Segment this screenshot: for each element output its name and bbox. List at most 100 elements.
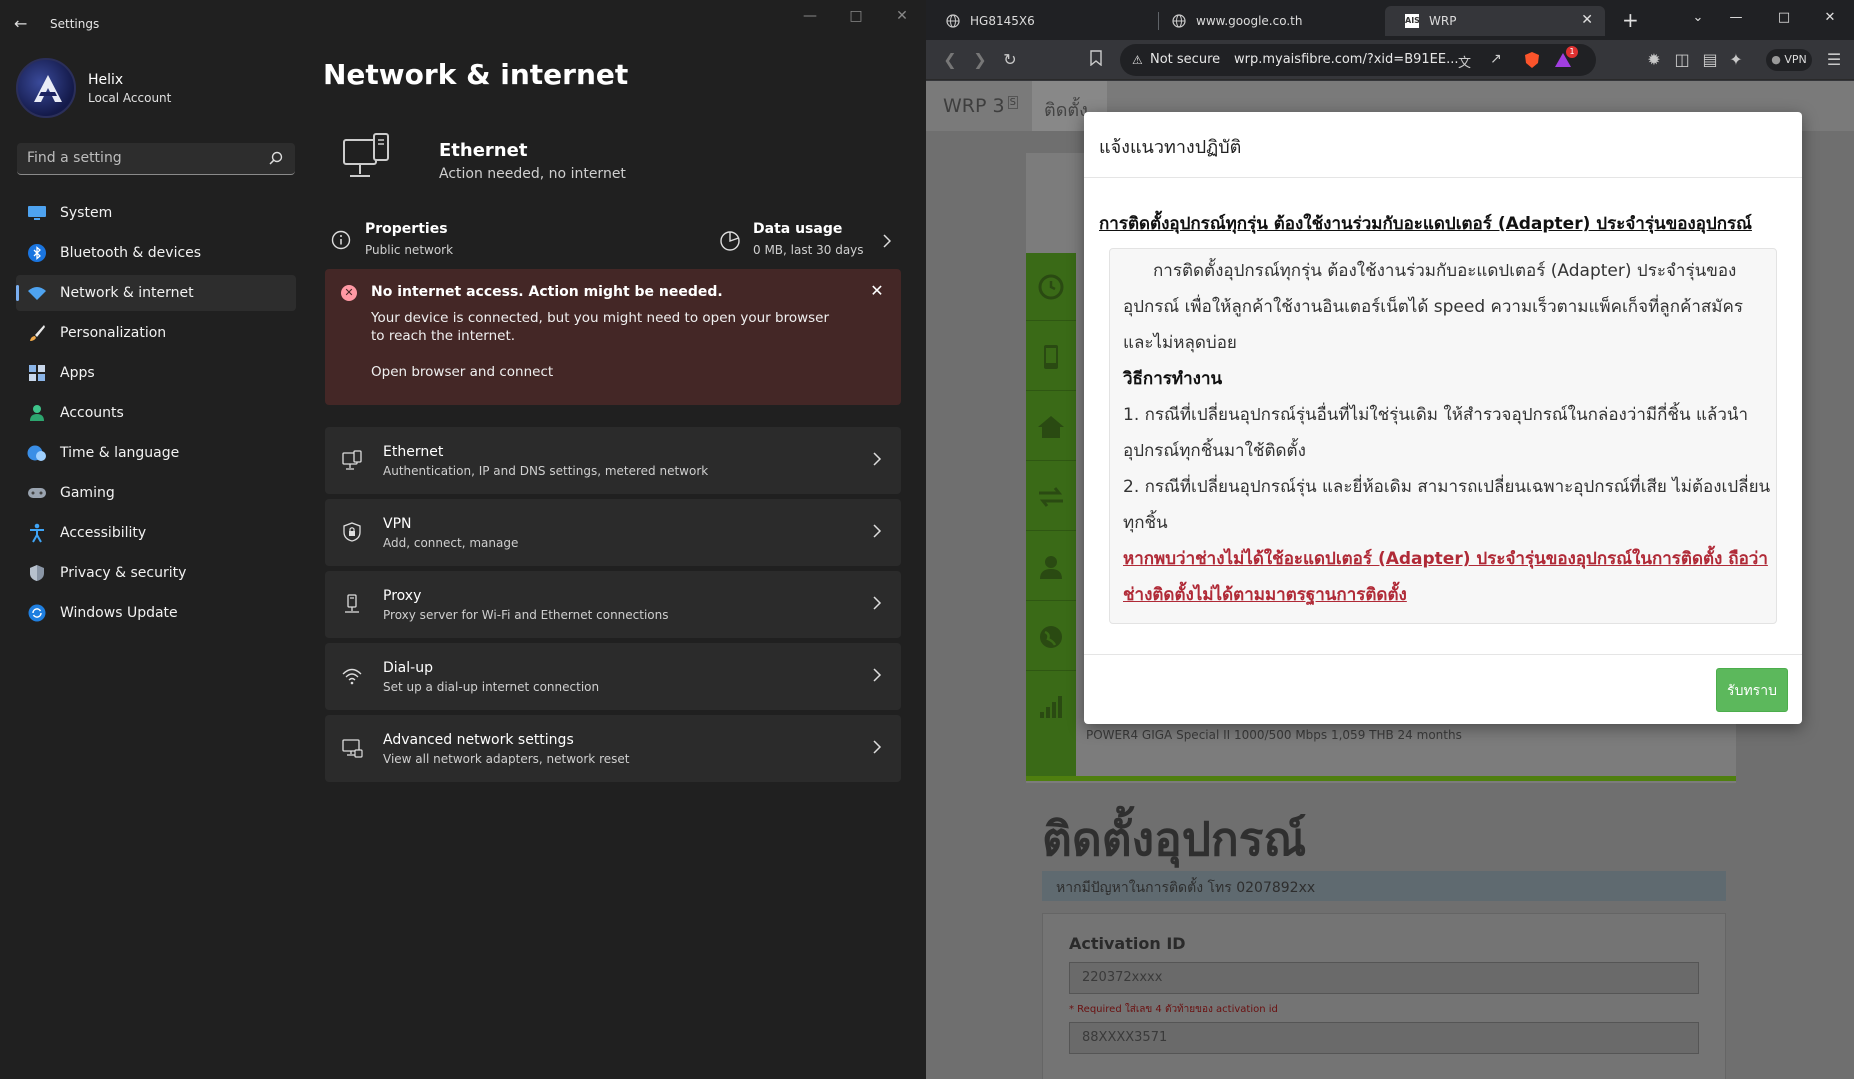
sidebar-icon[interactable]: ◫: [1672, 50, 1692, 70]
person-icon: [26, 402, 48, 424]
modal-intro: การติดตั้งอุปกรณ์ทุกรุ่น ต้องใช้งานร่วมก…: [1123, 261, 1743, 353]
side-menu: [1026, 253, 1076, 781]
close-tab-icon[interactable]: ✕: [1581, 12, 1593, 28]
maximize-icon[interactable]: □: [1774, 10, 1794, 25]
reload-icon[interactable]: ↻: [1000, 50, 1020, 70]
tab-google[interactable]: www.google.co.th: [1152, 6, 1370, 36]
phone-icon[interactable]: [1026, 323, 1076, 391]
leo-ai-icon[interactable]: ✦: [1726, 50, 1746, 70]
nav-label: Accessibility: [60, 525, 147, 541]
update-icon: [26, 602, 48, 624]
settings-search[interactable]: [17, 143, 295, 175]
nav-label: System: [60, 205, 113, 221]
activation-last4-input[interactable]: 88XXXX3571: [1069, 1022, 1699, 1054]
alert-body: Your device is connected, but you might …: [371, 310, 830, 344]
user-icon[interactable]: [1026, 533, 1076, 601]
data-usage-title: Data usage: [753, 221, 843, 237]
nav-label: Gaming: [60, 485, 115, 501]
back-arrow-icon[interactable]: ←: [14, 14, 34, 34]
home-icon[interactable]: [1026, 393, 1076, 461]
card-proxy[interactable]: Proxy Proxy server for Wi-Fi and Etherne…: [325, 571, 901, 638]
address-bar[interactable]: ⚠ Not secure wrp.myaisfibre.com/?xid=B91…: [1120, 44, 1596, 76]
transfer-icon[interactable]: [1026, 463, 1076, 531]
nav-item-apps[interactable]: Apps: [16, 355, 296, 391]
nav-label: Windows Update: [60, 605, 178, 621]
install-heading: ติดตั้งอุปกรณ์: [1042, 812, 1307, 866]
nav-item-personalization[interactable]: Personalization: [16, 315, 296, 351]
acknowledge-button[interactable]: รับทราบ: [1716, 668, 1788, 712]
support-notice: หากมีปัญหาในการติดตั้ง โทร 0207892xx: [1042, 871, 1726, 901]
minimize-icon[interactable]: —: [1726, 10, 1746, 25]
card-ethernet[interactable]: Ethernet Authentication, IP and DNS sett…: [325, 427, 901, 494]
card-sub: Authentication, IP and DNS settings, met…: [383, 464, 709, 478]
menu-icon[interactable]: ☰: [1824, 50, 1844, 70]
site-brand[interactable]: WRP 3S: [943, 95, 1018, 117]
globe-icon[interactable]: [1026, 603, 1076, 671]
tab-hg8145x6[interactable]: HG8145X6: [926, 6, 1144, 36]
new-tab-icon[interactable]: +: [1622, 8, 1639, 32]
nav-label: Privacy & security: [60, 565, 187, 581]
clock-icon[interactable]: [1026, 253, 1076, 321]
nav-item-network[interactable]: Network & internet: [16, 275, 296, 311]
chevron-right-icon: [873, 452, 882, 466]
close-icon[interactable]: ✕: [892, 8, 912, 24]
modal-headline: การติดตั้งอุปกรณ์ทุกรุ่น ต้องใช้งานร่วมก…: [1099, 214, 1752, 234]
step-1: 1. กรณีที่เปลี่ยนอุปกรณ์รุ่นอื่นที่ไม่ใช…: [1123, 405, 1749, 461]
dialup-icon: [342, 668, 362, 685]
bookmark-icon[interactable]: [1086, 50, 1106, 70]
activation-id-input[interactable]: 220372xxxx: [1069, 962, 1699, 994]
tab-label: www.google.co.th: [1196, 14, 1303, 28]
search-input[interactable]: [27, 150, 257, 166]
card-sub: Proxy server for Wi-Fi and Ethernet conn…: [383, 608, 669, 622]
open-browser-link[interactable]: Open browser and connect: [371, 364, 553, 380]
forward-icon[interactable]: ❯: [970, 50, 990, 70]
close-icon[interactable]: ✕: [869, 283, 885, 299]
globe-icon: [1172, 14, 1186, 28]
signal-bars-icon[interactable]: [1026, 673, 1076, 741]
card-vpn[interactable]: VPN Add, connect, manage: [325, 499, 901, 566]
share-icon[interactable]: ↗: [1490, 51, 1502, 67]
brand-sup: S: [1007, 95, 1018, 109]
vpn-shield-icon: [343, 522, 361, 542]
nav-label: Network & internet: [60, 285, 194, 301]
data-usage-button[interactable]: Data usage 0 MB, last 30 days: [713, 218, 901, 264]
vpn-dot-icon: ●: [1771, 53, 1781, 66]
search-icon[interactable]: [269, 151, 283, 165]
nav-item-gaming[interactable]: Gaming: [16, 475, 296, 511]
translate-icon[interactable]: 文: [1458, 52, 1471, 71]
nav-label: Bluetooth & devices: [60, 245, 202, 261]
back-icon[interactable]: ❮: [940, 50, 960, 70]
properties-button[interactable]: Properties Public network: [325, 218, 625, 264]
tab-label: WRP: [1429, 14, 1457, 28]
tab-wrp[interactable]: AIS WRP ✕: [1385, 6, 1605, 36]
nav-item-system[interactable]: System: [16, 195, 296, 231]
nav-item-accounts[interactable]: Accounts: [16, 395, 296, 431]
browser-window: HG8145X6 www.google.co.th AIS WRP ✕ + ⌄ …: [926, 0, 1854, 1079]
nav-item-accessibility[interactable]: Accessibility: [16, 515, 296, 551]
tab-search-chevron-icon[interactable]: ⌄: [1688, 10, 1708, 25]
card-advanced-network[interactable]: Advanced network settings View all netwo…: [325, 715, 901, 782]
modal-header: แจ้งแนวทางปฏิบัติ: [1084, 112, 1802, 178]
step-2: 2. กรณีที่เปลี่ยนอุปกรณ์รุ่น และยี่ห้อเด…: [1123, 477, 1771, 533]
card-title: VPN: [383, 516, 412, 532]
nav-item-privacy[interactable]: Privacy & security: [16, 555, 296, 591]
nav-tab-label: ติดตั้ง: [1044, 100, 1088, 121]
vpn-button[interactable]: ● VPN: [1766, 49, 1812, 71]
nav-item-bluetooth[interactable]: Bluetooth & devices: [16, 235, 296, 271]
maximize-icon[interactable]: □: [846, 8, 866, 24]
profile-account-type: Local Account: [88, 91, 172, 105]
properties-sub: Public network: [365, 243, 454, 257]
nav-item-windows-update[interactable]: Windows Update: [16, 595, 296, 631]
tab-label: HG8145X6: [970, 14, 1035, 28]
close-icon[interactable]: ✕: [1820, 10, 1840, 25]
wifi-icon: [26, 282, 48, 304]
minimize-icon[interactable]: —: [800, 8, 820, 24]
chevron-right-icon: [873, 740, 882, 754]
wallet-icon[interactable]: ▤: [1700, 50, 1720, 70]
nav-item-time-language[interactable]: Time & language: [16, 435, 296, 471]
chevron-right-icon: [883, 234, 891, 248]
warning-icon: ⚠: [1132, 53, 1143, 67]
brave-shield-icon[interactable]: [1524, 51, 1540, 69]
card-dialup[interactable]: Dial-up Set up a dial-up internet connec…: [325, 643, 901, 710]
extensions-icon[interactable]: ✹: [1644, 50, 1664, 70]
